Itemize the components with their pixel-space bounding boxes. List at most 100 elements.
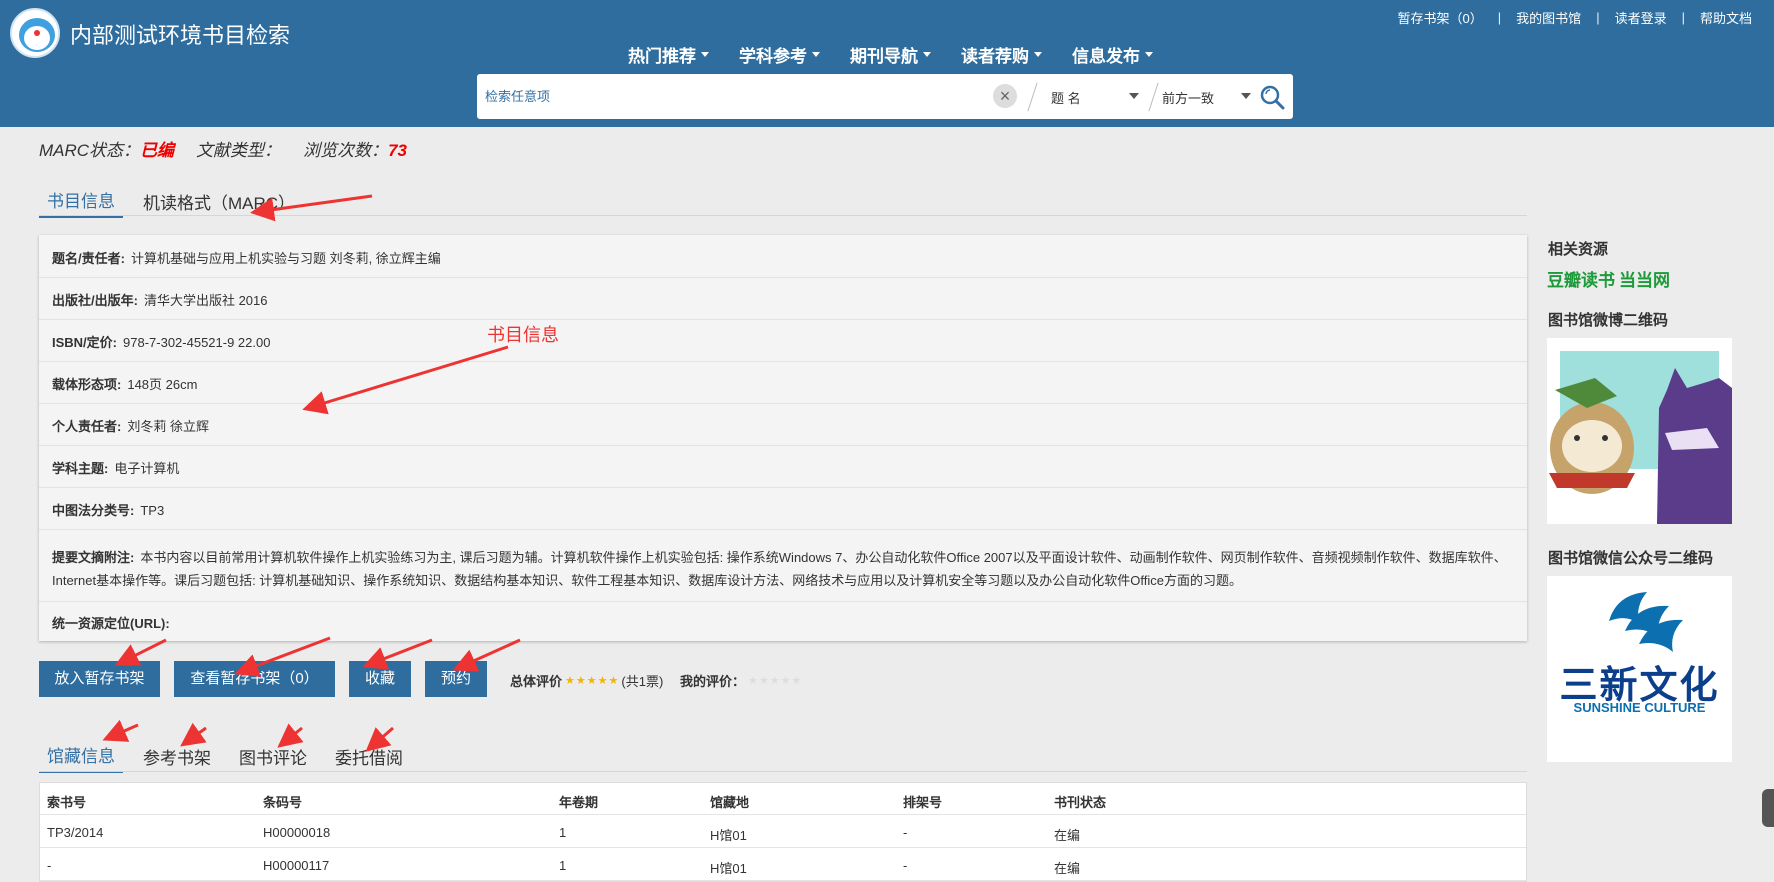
dropdown-arrow-icon[interactable]: [1129, 93, 1139, 99]
info-row-isbn: ISBN/定价: 978-7-302-45521-9 22.00: [52, 332, 270, 351]
link-my-library[interactable]: 我的图书馆: [1516, 8, 1581, 27]
star-icon[interactable]: ★: [792, 674, 802, 687]
row-value[interactable]: 清华大学出版社 2016: [144, 293, 268, 308]
table-row: - H00000117 1 H馆01 - 在编: [40, 849, 1526, 881]
record-status: MARC状态：已编 文献类型： 浏览次数：73: [39, 136, 407, 161]
nav-info-publish[interactable]: 信息发布: [1072, 42, 1153, 67]
star-icon[interactable]: ★: [759, 674, 769, 687]
nav-label: 期刊导航: [850, 47, 918, 66]
divider: [39, 403, 1527, 404]
field-select[interactable]: 题 名: [1051, 88, 1081, 107]
rating-label: 我的评价：: [680, 674, 746, 689]
row-value[interactable]: 计算机基础与应用上机实验与习题 刘冬莉, 徐立辉主编: [131, 251, 441, 266]
column-header: 排架号: [903, 795, 943, 810]
table-cell: H馆01: [710, 861, 747, 876]
star-icon: ★: [575, 675, 586, 687]
divider: [39, 277, 1527, 278]
table-cell: 在编: [1054, 861, 1081, 876]
star-icon[interactable]: ★: [781, 674, 791, 687]
reserve-button[interactable]: 预约: [425, 661, 487, 697]
row-value: 978-7-302-45521-9 22.00: [123, 335, 271, 350]
divider: [39, 771, 1527, 772]
table-row: TP3/2014 H00000018 1 H馆01 - 在编: [40, 816, 1526, 848]
table-cell: 1: [559, 825, 567, 840]
table-cell: 1: [559, 858, 567, 873]
info-row-title: 题名/责任者: 计算机基础与应用上机实验与习题 刘冬莉, 徐立辉主编: [52, 248, 441, 267]
row-value: 本书内容以目前常用计算机软件操作上机实验练习为主, 课后习题为辅。计算机软件操作…: [52, 550, 1507, 588]
row-value[interactable]: 电子计算机: [114, 461, 179, 476]
views-value: 73: [388, 141, 407, 160]
tab-marc[interactable]: 机读格式（MARC）: [135, 189, 303, 218]
divider: |: [1681, 10, 1685, 25]
search-input[interactable]: [485, 82, 965, 110]
nav-subject-reference[interactable]: 学科参考: [739, 42, 820, 67]
row-value[interactable]: TP3: [140, 503, 164, 518]
search-icon[interactable]: [1259, 84, 1285, 110]
column-header: 索书号: [47, 795, 87, 810]
view-shelf-button[interactable]: 查看暂存书架（0）: [174, 661, 335, 697]
divider: [39, 215, 1527, 216]
views-label: 浏览次数：: [303, 141, 389, 160]
my-rating: 我的评价： ★ ★ ★ ★ ★: [680, 671, 804, 690]
match-select[interactable]: 前方一致: [1162, 88, 1214, 107]
row-label: 提要文摘附注:: [52, 550, 135, 565]
tab-reference-shelf[interactable]: 参考书架: [135, 744, 219, 773]
info-row-clc: 中图法分类号: TP3: [52, 500, 164, 519]
douban-link[interactable]: 豆瓣读书: [1547, 266, 1615, 291]
link-reader-login[interactable]: 读者登录: [1615, 8, 1667, 27]
column-header: 书刊状态: [1054, 795, 1107, 810]
star-icon[interactable]: ★: [770, 674, 780, 687]
table-cell: H00000117: [263, 858, 330, 873]
add-to-shelf-button[interactable]: 放入暂存书架: [39, 661, 160, 697]
tab-book-reviews[interactable]: 图书评论: [231, 744, 315, 773]
row-label: 个人责任者:: [52, 419, 122, 434]
favorite-button[interactable]: 收藏: [349, 661, 411, 697]
column-header: 条码号: [263, 795, 303, 810]
info-row-url: 统一资源定位(URL):: [52, 613, 176, 632]
library-logo[interactable]: [10, 8, 60, 58]
divider: [39, 319, 1527, 320]
link-help-docs[interactable]: 帮助文档: [1700, 8, 1752, 27]
weixin-qr-title: 图书馆微信公众号二维码: [1548, 550, 1714, 567]
row-value[interactable]: 刘冬莉 徐立辉: [127, 419, 209, 434]
view-count: 浏览次数：73: [303, 136, 407, 161]
column-header: 年卷期: [559, 795, 599, 810]
main-nav: 热门推荐 学科参考 期刊导航 读者荐购 信息发布: [628, 42, 1153, 67]
marc-value: 已编: [140, 141, 175, 160]
scroll-to-top-handle[interactable]: [1762, 789, 1774, 827]
star-icon[interactable]: ★: [748, 674, 758, 687]
site-title[interactable]: 内部测试环境书目检索: [70, 18, 290, 50]
divider: |: [1497, 10, 1502, 25]
marc-label: MARC状态：: [39, 141, 141, 160]
divider: [1148, 82, 1159, 112]
divider: [39, 487, 1527, 488]
nav-hot-recommend[interactable]: 热门推荐: [628, 42, 709, 67]
tab-holdings[interactable]: 馆藏信息: [39, 742, 123, 773]
dropdown-arrow-icon[interactable]: [1241, 93, 1251, 99]
star-rating-input[interactable]: ★ ★ ★ ★ ★: [748, 674, 801, 687]
star-icon: ★: [597, 675, 608, 687]
annotation-label: 书目信息: [487, 325, 559, 345]
doc-type-label: 文献类型：: [196, 141, 282, 160]
clear-icon[interactable]: ×: [993, 84, 1017, 108]
star-icon: ★: [586, 675, 597, 687]
link-temp-shelf[interactable]: 暂存书架（0）: [1398, 8, 1483, 27]
nav-reader-recommend[interactable]: 读者荐购: [961, 42, 1042, 67]
chevron-down-icon: [1034, 52, 1042, 57]
rating-label: 总体评价: [510, 674, 563, 689]
weixin-qr-image: 三新文化 SUNSHINE CULTURE: [1547, 576, 1732, 762]
info-row-person: 个人责任者: 刘冬莉 徐立辉: [52, 416, 209, 435]
dangdang-link[interactable]: 当当网: [1619, 266, 1670, 291]
star-rating-display: ★ ★ ★ ★ ★: [565, 674, 618, 687]
table-cell: -: [47, 858, 52, 873]
tab-entrusted-borrow[interactable]: 委托借阅: [327, 744, 411, 773]
nav-journal-guide[interactable]: 期刊导航: [850, 42, 931, 67]
row-label: 出版社/出版年:: [52, 293, 138, 308]
related-links: 豆瓣读书 当当网: [1547, 266, 1670, 291]
info-row-publisher: 出版社/出版年: 清华大学出版社 2016: [52, 290, 268, 309]
tab-bibliographic-info[interactable]: 书目信息: [39, 187, 123, 218]
chevron-down-icon: [1145, 52, 1153, 57]
divider: [39, 445, 1527, 446]
brand-en: SUNSHINE CULTURE: [1573, 700, 1706, 715]
nav-label: 学科参考: [739, 47, 807, 66]
